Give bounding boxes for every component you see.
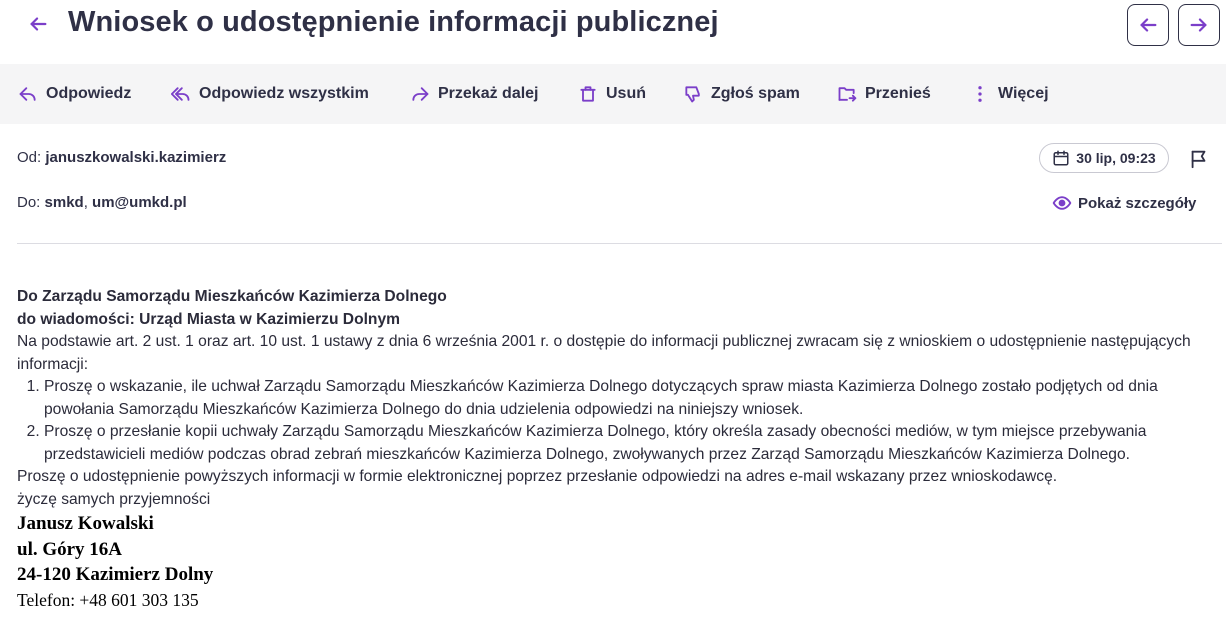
request-list: Proszę o wskazanie, ile uchwał Zarządu S… xyxy=(17,376,1217,466)
to-row: Do: smkd, um@umkd.pl xyxy=(17,194,187,211)
delete-button[interactable]: Usuń xyxy=(578,64,646,124)
reply-button[interactable]: Odpowiedz xyxy=(18,64,131,124)
thumbs-down-icon xyxy=(683,84,703,104)
arrow-right-icon xyxy=(1190,18,1207,32)
recipient-1[interactable]: smkd xyxy=(45,194,84,211)
reply-all-button[interactable]: Odpowiedz wszystkim xyxy=(171,64,369,124)
report-spam-button[interactable]: Zgłoś spam xyxy=(683,64,800,124)
title-bar: Wniosek o udostępnienie informacji publi… xyxy=(0,0,1226,64)
arrow-left-icon xyxy=(30,17,47,31)
message-body: Do Zarządu Samorządu Mieszkańców Kazimie… xyxy=(17,286,1217,613)
page-title: Wniosek o udostępnienie informacji publi… xyxy=(68,6,719,38)
closing-line: życzę samych przyjemności xyxy=(17,490,211,508)
move-folder-icon xyxy=(837,84,857,104)
header-divider xyxy=(17,243,1222,244)
reply-label: Odpowiedz xyxy=(46,85,132,102)
reply-icon xyxy=(18,84,38,104)
from-row: Od: januszkowalski.kazimierz xyxy=(17,149,226,166)
forward-icon xyxy=(410,84,430,104)
to-label: Do: xyxy=(17,194,41,211)
signature-street: ul. Góry 16A xyxy=(17,538,123,560)
recipient-heading-2: do wiadomości: Urząd Miasta w Kazimierzu… xyxy=(17,310,400,328)
forward-button[interactable]: Przekaż dalej xyxy=(410,64,539,124)
move-button[interactable]: Przenieś xyxy=(837,64,931,124)
previous-message-button[interactable] xyxy=(1127,4,1169,46)
list-item: Proszę o przesłanie kopii uchwały Zarząd… xyxy=(44,421,1217,466)
more-button[interactable]: Więcej xyxy=(970,64,1049,124)
signature-phone: Telefon: +48 601 303 135 xyxy=(17,589,199,610)
delete-label: Usuń xyxy=(606,85,646,102)
date-badge: 30 lip, 09:23 xyxy=(1039,143,1169,173)
recipient-2[interactable]: um@umkd.pl xyxy=(92,194,187,211)
list-item: Proszę o wskazanie, ile uchwał Zarządu S… xyxy=(44,376,1217,421)
calendar-icon xyxy=(1053,150,1069,166)
signature-name: Janusz Kowalski xyxy=(17,513,154,534)
from-label: Od: xyxy=(17,149,42,166)
recipient-separator: , xyxy=(83,194,88,211)
forward-label: Przekaż dalej xyxy=(438,85,539,102)
recipient-heading-1: Do Zarządu Samorządu Mieszkańców Kazimie… xyxy=(17,288,447,305)
reply-all-label: Odpowiedz wszystkim xyxy=(199,85,369,102)
flag-button[interactable] xyxy=(1187,147,1211,171)
arrow-left-icon xyxy=(1140,18,1157,32)
back-button[interactable] xyxy=(22,8,54,40)
request-paragraph: Proszę o udostępnienie powyższych inform… xyxy=(17,468,1058,485)
more-label: Więcej xyxy=(998,85,1049,102)
date-text: 30 lip, 09:23 xyxy=(1076,150,1156,166)
sender-address[interactable]: januszkowalski.kazimierz xyxy=(45,149,226,166)
show-details-link[interactable]: Pokaż szczegóły xyxy=(1052,193,1196,213)
flag-icon xyxy=(1191,150,1206,169)
reply-all-icon xyxy=(171,84,191,104)
move-label: Przenieś xyxy=(865,85,931,102)
show-details-label: Pokaż szczegóły xyxy=(1078,194,1197,212)
intro-paragraph: Na podstawie art. 2 ust. 1 oraz art. 10 … xyxy=(17,333,1191,373)
eye-icon xyxy=(1052,196,1072,210)
trash-icon xyxy=(578,84,598,104)
more-vertical-icon xyxy=(970,84,990,104)
signature-city: 24-120 Kazimierz Dolny xyxy=(17,564,214,585)
next-message-button[interactable] xyxy=(1178,4,1220,46)
report-spam-label: Zgłoś spam xyxy=(711,85,800,102)
message-toolbar: Odpowiedz Odpowiedz wszystkim Przekaż da… xyxy=(0,64,1226,124)
